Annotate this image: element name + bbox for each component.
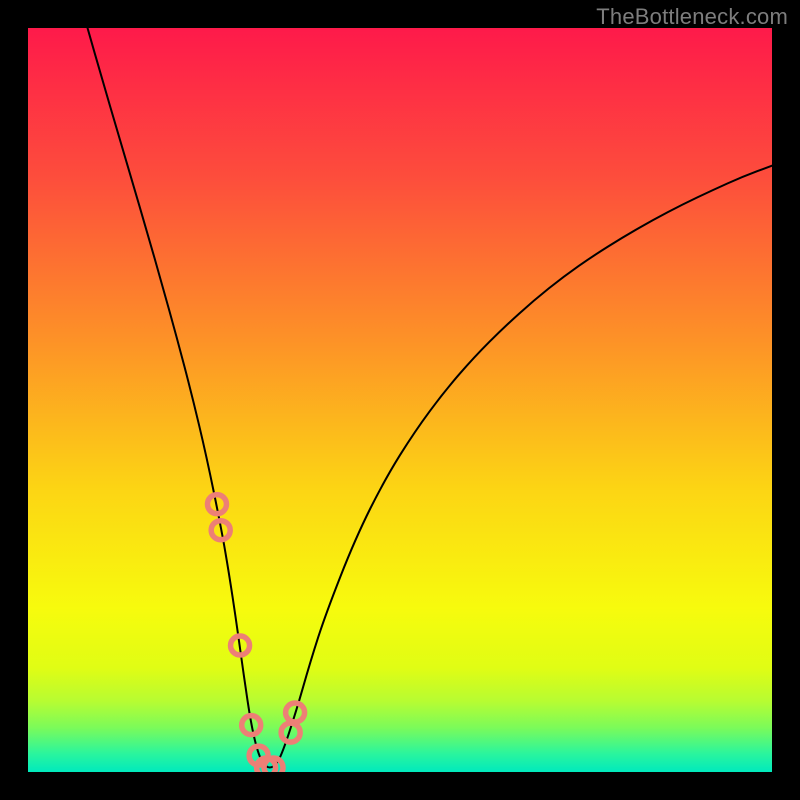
- watermark-text: TheBottleneck.com: [596, 4, 788, 30]
- bottleneck-chart: [0, 0, 800, 800]
- chart-stage: TheBottleneck.com: [0, 0, 800, 800]
